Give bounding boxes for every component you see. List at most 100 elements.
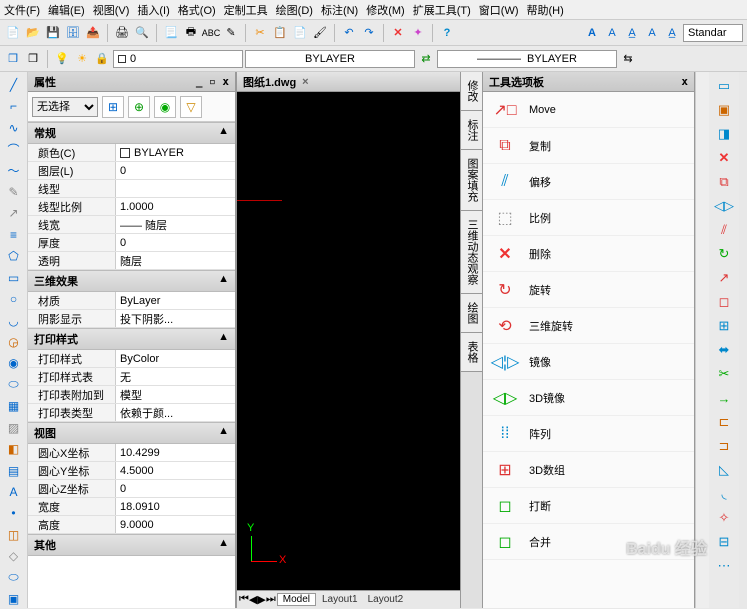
spellcheck-icon[interactable]: ABC bbox=[202, 24, 220, 42]
gradient-icon[interactable]: ▨ bbox=[5, 419, 23, 436]
text2-icon[interactable]: A bbox=[5, 483, 23, 500]
polyline-icon[interactable]: ⌐ bbox=[5, 97, 23, 114]
text-icon[interactable]: ✎ bbox=[222, 24, 240, 42]
point-icon[interactable]: • bbox=[5, 505, 23, 522]
export-icon[interactable]: 📤 bbox=[84, 24, 102, 42]
tool-3darray[interactable]: ⊞3D数组 bbox=[483, 452, 694, 488]
help-icon[interactable]: ? bbox=[438, 24, 456, 42]
pan-icon[interactable]: ✦ bbox=[409, 24, 427, 42]
copy-icon[interactable]: 📋 bbox=[271, 24, 289, 42]
pickadd-icon[interactable]: ⊕ bbox=[128, 96, 150, 118]
filter-icon[interactable]: ▽ bbox=[180, 96, 202, 118]
prop-plottable[interactable]: 打印样式表无 bbox=[28, 368, 235, 386]
prop-plottype[interactable]: 打印表类型依赖于颜... bbox=[28, 404, 235, 422]
vtab-3dorbit[interactable]: 三维动态观察 bbox=[461, 211, 482, 294]
layout2-tab[interactable]: Layout2 bbox=[363, 594, 409, 605]
open-icon[interactable]: 📂 bbox=[24, 24, 42, 42]
r-extend-icon[interactable]: → bbox=[714, 388, 734, 408]
line-icon[interactable]: ╱ bbox=[5, 76, 23, 93]
menu-exttool[interactable]: 扩展工具(T) bbox=[413, 2, 471, 17]
region-icon[interactable]: ◧ bbox=[5, 440, 23, 457]
palette-close-icon[interactable]: x bbox=[681, 75, 688, 88]
r-rotate-icon[interactable]: ↻ bbox=[714, 244, 734, 264]
r-trim-icon[interactable]: ✂ bbox=[714, 364, 734, 384]
hatch-icon[interactable]: ▦ bbox=[5, 398, 23, 415]
lineweight-dropdown[interactable]: ———— BYLAYER bbox=[437, 50, 617, 68]
tool-scale[interactable]: ⬚比例 bbox=[483, 200, 694, 236]
selectobj-icon[interactable]: ◉ bbox=[154, 96, 176, 118]
wipeout-icon[interactable]: ◇ bbox=[5, 548, 23, 565]
tool-mirror[interactable]: ◁¦▷镜像 bbox=[483, 344, 694, 380]
plotter-icon[interactable]: 🖶 bbox=[182, 24, 200, 42]
r-break-icon[interactable]: ⊏ bbox=[714, 412, 734, 432]
tool-array[interactable]: ⁞⁞阵列 bbox=[483, 416, 694, 452]
match-icon[interactable]: 🖌 bbox=[311, 24, 329, 42]
print-icon[interactable]: 🖨 bbox=[113, 24, 131, 42]
new-icon[interactable]: 📄 bbox=[4, 24, 22, 42]
prop-plotstyle[interactable]: 打印样式ByColor bbox=[28, 350, 235, 368]
last-tab-icon[interactable]: ⏭ bbox=[266, 593, 276, 606]
block-icon[interactable]: ◫ bbox=[5, 526, 23, 543]
tool-3drotate[interactable]: ⟲三维旋转 bbox=[483, 308, 694, 344]
menu-draw[interactable]: 绘图(D) bbox=[276, 2, 313, 17]
arc-icon[interactable]: ⌒ bbox=[5, 140, 23, 157]
menu-edit[interactable]: 编辑(E) bbox=[48, 2, 85, 17]
model-tab[interactable]: Model bbox=[277, 593, 316, 606]
cloud-icon[interactable]: ⬭ bbox=[5, 569, 23, 586]
section-3deffect[interactable]: 三维效果▲ bbox=[28, 270, 235, 292]
ellipse-icon[interactable]: ⬭ bbox=[5, 376, 23, 393]
menu-dimension[interactable]: 标注(N) bbox=[321, 2, 358, 17]
prev-tab-icon[interactable]: ◀ bbox=[249, 593, 257, 606]
quickselect-icon[interactable]: ⊞ bbox=[102, 96, 124, 118]
vtab-table[interactable]: 表格 bbox=[461, 333, 482, 372]
menu-insert[interactable]: 插入(I) bbox=[137, 2, 169, 17]
prop-width[interactable]: 宽度18.0910 bbox=[28, 498, 235, 516]
textA-icon[interactable]: A bbox=[583, 24, 601, 42]
curve-icon[interactable]: 〜 bbox=[5, 162, 23, 179]
arc2-icon[interactable]: ◡ bbox=[5, 312, 23, 329]
bulb-icon[interactable]: 💡 bbox=[53, 50, 71, 68]
panel-controls[interactable]: _ ▫ x bbox=[196, 75, 229, 88]
vtab-draw[interactable]: 绘图 bbox=[461, 294, 482, 333]
image-icon[interactable]: ▣ bbox=[5, 591, 23, 608]
rectangle-icon[interactable]: ▭ bbox=[5, 269, 23, 286]
menu-modify[interactable]: 修改(M) bbox=[366, 2, 405, 17]
r-snap-icon[interactable]: ▣ bbox=[714, 100, 734, 120]
section-other[interactable]: 其他▲ bbox=[28, 534, 235, 556]
palette-scrollbar[interactable] bbox=[695, 72, 709, 608]
tool-offset[interactable]: ⫽偏移 bbox=[483, 164, 694, 200]
r-layer-icon[interactable]: ◨ bbox=[714, 124, 734, 144]
prop-transparency[interactable]: 透明随层 bbox=[28, 252, 235, 270]
tool-move[interactable]: ↗□Move bbox=[483, 92, 694, 128]
menu-file[interactable]: 文件(F) bbox=[4, 2, 40, 17]
first-tab-icon[interactable]: ⏮ bbox=[239, 593, 249, 606]
layer-state-icon[interactable]: ❒ bbox=[24, 50, 42, 68]
prop-height[interactable]: 高度9.0000 bbox=[28, 516, 235, 534]
polygon-icon[interactable]: ⬠ bbox=[5, 248, 23, 265]
r-more-icon[interactable]: ⋯ bbox=[714, 556, 734, 576]
cut-icon[interactable]: ✂ bbox=[251, 24, 269, 42]
preview-icon[interactable]: 🔍 bbox=[133, 24, 151, 42]
toggle-icon[interactable]: ⇆ bbox=[619, 50, 637, 68]
r-offset-icon[interactable]: ⫽ bbox=[714, 220, 734, 240]
section-general[interactable]: 常规▲ bbox=[28, 122, 235, 144]
textA4-icon[interactable]: A bbox=[643, 24, 661, 42]
textstyle-dropdown[interactable]: Standar bbox=[683, 24, 743, 42]
prop-centerx[interactable]: 圆心X坐标10.4299 bbox=[28, 444, 235, 462]
prop-thickness[interactable]: 厚度0 bbox=[28, 234, 235, 252]
r-select-icon[interactable]: ▭ bbox=[714, 76, 734, 96]
menu-help[interactable]: 帮助(H) bbox=[527, 2, 564, 17]
vtab-hatch[interactable]: 图案填充 bbox=[461, 150, 482, 211]
revolve-icon[interactable]: ◉ bbox=[5, 355, 23, 372]
tool-rotate[interactable]: ↻旋转 bbox=[483, 272, 694, 308]
table-icon[interactable]: ▤ bbox=[5, 462, 23, 479]
swap-icon[interactable]: ⇄ bbox=[417, 50, 435, 68]
r-chamfer-icon[interactable]: ◺ bbox=[714, 460, 734, 480]
textA2-icon[interactable]: A bbox=[603, 24, 621, 42]
r-join-icon[interactable]: ⊐ bbox=[714, 436, 734, 456]
tool-join[interactable]: ◻合并 bbox=[483, 524, 694, 560]
page-icon[interactable]: 📃 bbox=[162, 24, 180, 42]
r-mirror-icon[interactable]: ◁▷ bbox=[714, 196, 734, 216]
r-align-icon[interactable]: ⊟ bbox=[714, 532, 734, 552]
color-dropdown[interactable]: BYLAYER bbox=[245, 50, 415, 68]
